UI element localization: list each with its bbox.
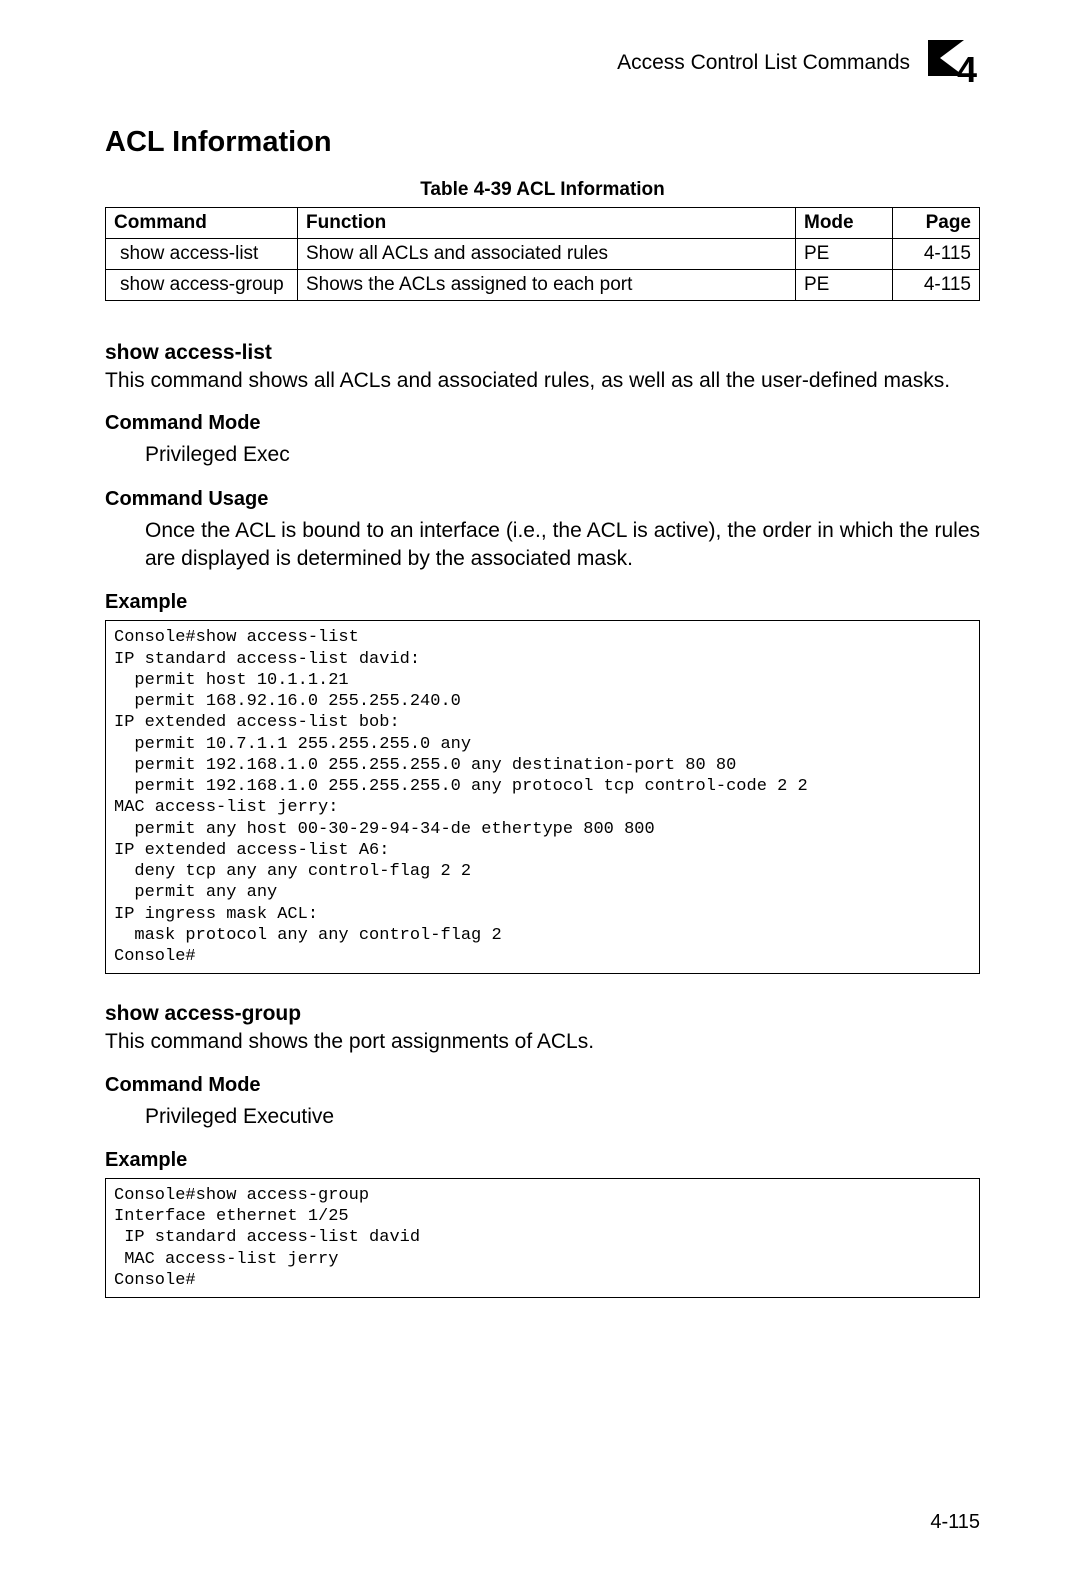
col-header-command: Command [106, 208, 298, 239]
cell-command: show access-group [106, 270, 298, 301]
chapter-number: 4 [957, 52, 977, 88]
cell-function: Show all ACLs and associated rules [298, 239, 796, 270]
col-header-function: Function [298, 208, 796, 239]
table-header-row: Command Function Mode Page [106, 208, 980, 239]
page-number: 4-115 [930, 1511, 980, 1534]
example-show-access-list: Console#show access-list IP standard acc… [105, 620, 980, 974]
cell-mode: PE [796, 239, 893, 270]
label-example: Example [105, 591, 980, 614]
value-command-usage: Once the ACL is bound to an interface (i… [145, 517, 980, 574]
cell-mode: PE [796, 270, 893, 301]
table-row: show access-group Shows the ACLs assigne… [106, 270, 980, 301]
label-command-usage: Command Usage [105, 488, 980, 511]
label-example-2: Example [105, 1149, 980, 1172]
label-command-mode: Command Mode [105, 412, 980, 435]
page-header: Access Control List Commands 4 [105, 40, 980, 86]
heading-show-access-list: show access-list [105, 341, 980, 365]
cell-page: 4-115 [893, 239, 980, 270]
value-command-mode: Privileged Exec [145, 441, 980, 469]
col-header-mode: Mode [796, 208, 893, 239]
cell-function: Shows the ACLs assigned to each port [298, 270, 796, 301]
chapter-marker: 4 [928, 40, 980, 86]
label-command-mode-2: Command Mode [105, 1074, 980, 1097]
value-command-mode-2: Privileged Executive [145, 1103, 980, 1131]
table-caption: Table 4-39 ACL Information [105, 179, 980, 201]
acl-information-table: Command Function Mode Page show access-l… [105, 207, 980, 301]
cell-page: 4-115 [893, 270, 980, 301]
section-title: ACL Information [105, 126, 980, 159]
heading-show-access-group: show access-group [105, 1002, 980, 1026]
cell-command: show access-list [106, 239, 298, 270]
desc-show-access-group: This command shows the port assignments … [105, 1028, 980, 1055]
breadcrumb: Access Control List Commands [617, 51, 910, 75]
table-row: show access-list Show all ACLs and assoc… [106, 239, 980, 270]
example-show-access-group: Console#show access-group Interface ethe… [105, 1178, 980, 1298]
col-header-page: Page [893, 208, 980, 239]
page: Access Control List Commands 4 ACL Infor… [0, 0, 1080, 1570]
desc-show-access-list: This command shows all ACLs and associat… [105, 367, 980, 394]
